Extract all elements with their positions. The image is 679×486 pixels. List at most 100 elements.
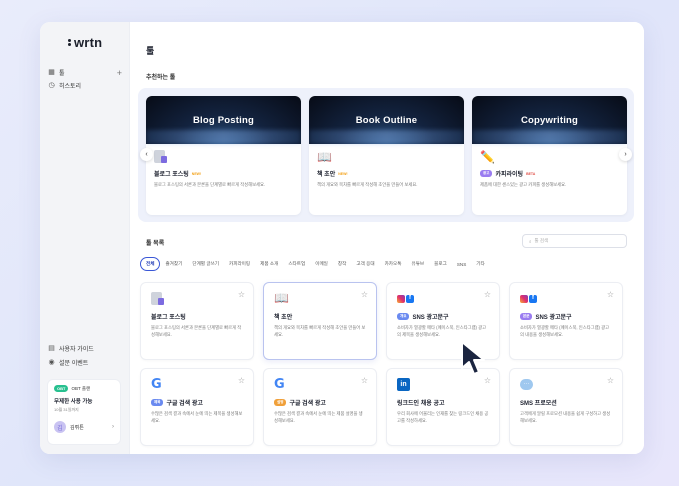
sidebar-item-guide[interactable]: ▤ 사용자 가이드 — [48, 344, 94, 353]
sidebar-item-survey[interactable]: ◉ 설문 이벤트 — [48, 358, 88, 367]
tab-favorites[interactable]: 즐겨찾기 — [160, 258, 187, 270]
tool-desc: 수많은 검색 결과 속에서 눈에 띄는 제품 설명을 생성해보세요. — [274, 411, 363, 423]
tool-desc: 수많은 검색 결과 속에서 눈에 띄는 제목을 생성해보세요. — [151, 411, 243, 423]
tab-customer-service[interactable]: 고객 응대 — [351, 258, 379, 270]
promo-plan: OBT 플랜 — [71, 385, 91, 391]
tool-desc: 우리 회사에 어울리는 인재를 찾는 링크드인 채용 공고를 작성하세요. — [397, 411, 489, 423]
category-pill: 본문 — [520, 313, 533, 320]
carousel-prev-button[interactable]: ‹ — [140, 148, 153, 161]
user-profile[interactable]: 김 김뤼튼 › — [54, 421, 114, 433]
star-icon[interactable]: ☆ — [361, 376, 368, 385]
beta-tag: BETA — [526, 171, 536, 176]
recommended-name: 블로그 포스팅 — [154, 172, 189, 178]
tool-name: 책 초안 — [274, 315, 293, 321]
tool-card-book[interactable]: ☆ 📖 책 초안 책의 개요와 목차를 빠르게 작성해 초안을 만들어 보세요. — [263, 282, 377, 360]
star-icon[interactable]: ☆ — [361, 290, 368, 299]
tool-desc: 책의 개요와 목차를 빠르게 작성해 초안을 만들어 보세요. — [274, 325, 366, 337]
star-icon[interactable]: ☆ — [238, 290, 245, 299]
tool-card-google-desc[interactable]: ☆ G 설명 구글 검색 광고 수많은 검색 결과 속에서 눈에 띄는 제품 설… — [263, 368, 377, 446]
google-icon: G — [151, 377, 162, 392]
recommended-card-copywriting[interactable]: Copywriting ✏️ 광고 카피라이팅 BETA 제품에 대한 센스있는… — [472, 96, 627, 215]
tool-name: SMS 프로모션 — [520, 401, 557, 407]
history-icon: ◷ — [48, 82, 55, 89]
category-pill: 제목 — [151, 399, 164, 406]
sidebar: wrtn ▦ 툴 + ◷ 히스토리 ▤ 사용자 가이드 ◉ 설문 이벤트 OBT… — [40, 22, 130, 454]
recommended-desc: 제품에 대한 센스있는 광고 카피를 생성해보세요. — [480, 182, 567, 187]
recommended-desc: 블로그 포스팅의 서론과 본론을 단계별로 빠르게 작성해보세요. — [154, 182, 266, 187]
recommended-card-blog[interactable]: Blog Posting 블로그 포스팅 NEW! 블로그 포스팅의 서론과 본… — [146, 96, 301, 215]
tool-name: SNS 광고문구 — [535, 315, 572, 321]
tab-kakaotalk[interactable]: 카카오톡 — [380, 258, 407, 270]
tool-card-blog[interactable]: ☆ 블로그 포스팅 블로그 포스팅의 서론과 본론을 단계별로 빠르게 작성해보… — [140, 282, 254, 360]
sidebar-item-label: 툴 — [59, 71, 65, 77]
recommended-banner: Blog Posting — [146, 96, 301, 144]
promo-card[interactable]: OBT OBT 플랜 무제한 사용 가능 10월 31일까지 김 김뤼튼 › — [47, 379, 121, 445]
tool-card-sms[interactable]: ☆ ··· SMS 프로모션 고객에게 알릴 프로모션 내용을 쉽게 구성하고 … — [509, 368, 623, 446]
tab-step-writing[interactable]: 단계별 글쓰기 — [187, 258, 224, 270]
tab-sns[interactable]: SNS — [452, 259, 471, 270]
star-icon[interactable]: ☆ — [484, 290, 491, 299]
chevron-right-icon: › — [112, 424, 114, 430]
survey-icon: ◉ — [48, 359, 55, 366]
tab-etc[interactable]: 기타 — [471, 258, 489, 270]
new-tag: NEW! — [338, 171, 348, 176]
recommended-name: 책 초안 — [317, 172, 336, 178]
tab-creative[interactable]: 창작 — [333, 258, 351, 270]
search-input[interactable]: ⌕ 툴 검색 — [522, 234, 627, 248]
document-icon — [151, 291, 243, 306]
tool-name: 구글 검색 광고 — [289, 401, 326, 407]
pencil-icon: ✏️ — [480, 150, 495, 164]
tool-name: 블로그 포스팅 — [151, 315, 186, 321]
google-icon: G — [274, 377, 285, 392]
tab-copywriting[interactable]: 카피라이팅 — [224, 258, 255, 270]
logo-dots-icon — [68, 39, 71, 46]
sms-icon: ··· — [520, 377, 612, 392]
category-pill: 광고 — [480, 170, 493, 177]
chevron-left-icon: ‹ — [145, 151, 148, 158]
book-icon: 📖 — [317, 150, 332, 164]
tool-name: 구글 검색 광고 — [166, 401, 203, 407]
promo-title: 무제한 사용 가능 — [54, 399, 93, 405]
recommended-name: 카피라이팅 — [495, 172, 524, 178]
sidebar-item-history[interactable]: ◷ 히스토리 — [48, 81, 81, 90]
tab-startup[interactable]: 스타트업 — [283, 258, 310, 270]
avatar: 김 — [54, 421, 66, 433]
star-icon[interactable]: ☆ — [484, 376, 491, 385]
tool-name: SNS 광고문구 — [412, 315, 449, 321]
star-icon[interactable]: ☆ — [238, 376, 245, 385]
tab-email[interactable]: 이메일 — [310, 258, 333, 270]
promo-badge-row: OBT OBT 플랜 — [54, 385, 114, 392]
linkedin-icon: in — [397, 377, 489, 392]
tool-name: 링크드인 채용 공고 — [397, 401, 445, 407]
tool-card-sns-body[interactable]: ☆ f 본문 SNS 광고문구 소비자가 열광할 메타 (페이스북, 인스타그램… — [509, 282, 623, 360]
logo-text: wrtn — [74, 35, 103, 50]
tool-card-linkedin[interactable]: ☆ in 링크드인 채용 공고 우리 회사에 어울리는 인재를 찾는 링크드인 … — [386, 368, 500, 446]
book-icon: 📖 — [274, 291, 289, 305]
chevron-right-icon: › — [624, 151, 627, 158]
tab-blog[interactable]: 블로그 — [429, 258, 452, 270]
new-tag: NEW! — [191, 171, 202, 176]
search-icon: ⌕ — [529, 238, 532, 244]
sidebar-item-tools[interactable]: ▦ 툴 — [48, 68, 65, 77]
tab-product-intro[interactable]: 제품 소개 — [255, 258, 283, 270]
guide-icon: ▤ — [48, 345, 55, 352]
wrtn-logo[interactable]: wrtn — [68, 35, 102, 50]
document-icon — [154, 150, 293, 165]
page-title: 툴 — [146, 46, 155, 56]
tool-card-google-title[interactable]: ☆ G 제목 구글 검색 광고 수많은 검색 결과 속에서 눈에 띄는 제목을 … — [140, 368, 254, 446]
app-window: wrtn ▦ 툴 + ◷ 히스토리 ▤ 사용자 가이드 ◉ 설문 이벤트 OBT… — [40, 22, 644, 454]
tool-desc: 고객에게 알릴 프로모션 내용을 쉽게 구성하고 생성해보세요. — [520, 411, 611, 423]
add-icon[interactable]: + — [117, 68, 122, 78]
star-icon[interactable]: ☆ — [607, 290, 614, 299]
instagram-facebook-icon: f — [520, 291, 612, 306]
category-pill: 설명 — [274, 399, 287, 406]
recommended-banner: Copywriting — [472, 96, 627, 144]
star-icon[interactable]: ☆ — [607, 376, 614, 385]
recommended-card-book[interactable]: Book Outline 📖 책 초안 NEW! 책의 개요와 목차를 빠르게 … — [309, 96, 464, 215]
sidebar-item-label: 설문 이벤트 — [59, 361, 89, 367]
tab-all[interactable]: 전체 — [140, 257, 161, 271]
tab-youtube[interactable]: 유튜브 — [406, 258, 429, 270]
recommended-banner: Book Outline — [309, 96, 464, 144]
tool-desc: 소비자가 열광할 메타 (페이스북, 인스타그램) 광고의 내용을 생성해보세요… — [520, 325, 610, 337]
carousel-next-button[interactable]: › — [619, 148, 632, 161]
